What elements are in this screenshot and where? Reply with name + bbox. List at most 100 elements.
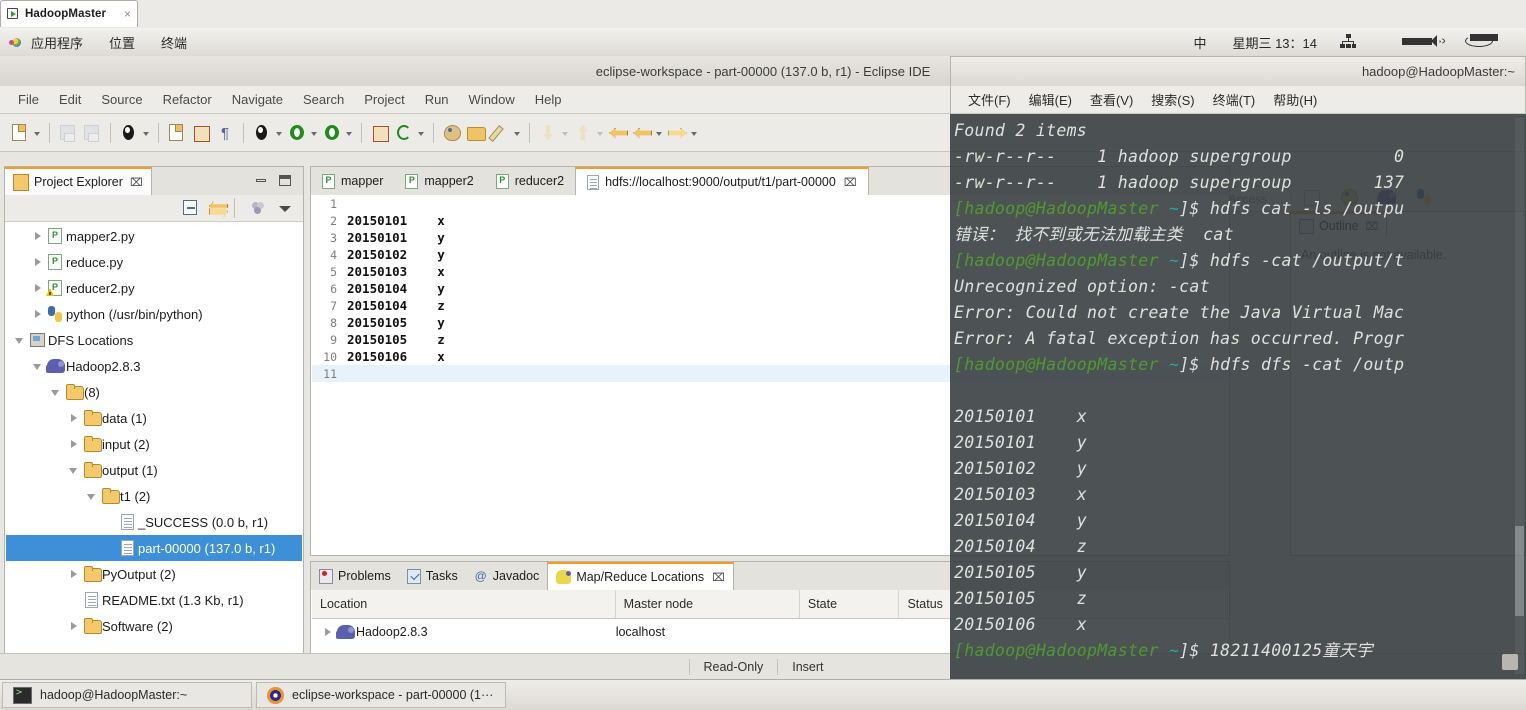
input-method-indicator[interactable]: 中 (1180, 33, 1219, 52)
debug-button[interactable] (251, 122, 273, 144)
terminal-output[interactable]: Found 2 items -rw-r--r-- 1 hadoop supergr… (950, 114, 1526, 680)
minimize-icon[interactable] (255, 175, 267, 187)
column-header[interactable]: Location (312, 590, 616, 618)
tree-twisty-icon[interactable] (30, 275, 46, 301)
tree-item[interactable]: README.txt (1.3 Kb, r1) (6, 587, 302, 613)
link-with-editor-icon[interactable] (208, 199, 228, 217)
back-dropdown-icon[interactable] (654, 122, 665, 144)
show-whitespace-button[interactable]: ¶ (214, 122, 236, 144)
maximize-icon[interactable] (279, 175, 291, 187)
tree-item[interactable]: reducer2.py (6, 275, 302, 301)
tree-item-selected[interactable]: part-00000 (137.0 b, r1) (6, 535, 302, 561)
tree-item[interactable]: python (/usr/bin/python) (6, 301, 302, 327)
annotate-button[interactable] (488, 122, 511, 144)
terminal-menu-terminal[interactable]: 终端(T) (1204, 90, 1265, 109)
new-button[interactable] (9, 122, 31, 144)
tree-item[interactable]: (8) (6, 379, 302, 405)
bottom-tab-problems[interactable]: Problems (311, 562, 399, 590)
tree-twisty-icon[interactable] (30, 353, 46, 379)
project-tree[interactable]: mapper2.py reduce.py reducer2.py python (/u… (6, 223, 302, 679)
collapse-all-icon[interactable] (181, 199, 201, 217)
tab-project-explorer[interactable]: Project Explorer ⌧ (5, 167, 152, 195)
column-header[interactable]: Master node (616, 590, 800, 618)
menu-project[interactable]: Project (354, 92, 414, 107)
bottom-tab-tasks[interactable]: Tasks (399, 562, 466, 590)
open-type-button[interactable] (441, 122, 463, 144)
tree-twisty-icon[interactable] (30, 301, 46, 327)
open-console-button[interactable] (190, 122, 212, 144)
new-python-module-button[interactable] (166, 122, 188, 144)
last-edit-location-button[interactable] (607, 122, 629, 144)
column-header[interactable]: State (800, 590, 900, 618)
forward-button[interactable] (666, 122, 688, 144)
terminal-menu-search[interactable]: 搜索(S) (1142, 90, 1203, 109)
network-icon[interactable] (1339, 34, 1383, 50)
refresh-button[interactable] (393, 122, 415, 144)
back-button[interactable] (631, 122, 653, 144)
terminal-scrollbar-thumb[interactable] (1515, 526, 1524, 616)
terminal-menu-file[interactable]: 文件(F) (959, 90, 1020, 109)
coverage-dropdown-icon[interactable] (344, 122, 355, 144)
bottom-tab-map-reduce-locations[interactable]: Map/Reduce Locations ⌧ (547, 562, 734, 590)
close-icon[interactable]: ⌧ (130, 176, 143, 189)
forward-dropdown-icon[interactable] (689, 122, 700, 144)
gnome-menu-applications[interactable]: 应用程序 (18, 33, 96, 52)
menu-file[interactable]: File (8, 92, 49, 107)
run-button[interactable] (286, 122, 308, 144)
volume-icon[interactable] (1401, 34, 1445, 50)
tree-twisty-icon[interactable] (66, 613, 82, 639)
next-annotation-button[interactable] (537, 122, 559, 144)
tree-item[interactable]: input (2) (6, 431, 302, 457)
refresh-dropdown-icon[interactable] (416, 122, 427, 144)
gnome-menu-places[interactable]: 位置 (96, 33, 148, 52)
bottom-tab-javadoc[interactable]: @ Javadoc (466, 562, 548, 590)
annotate-dropdown-icon[interactable] (512, 122, 523, 144)
menu-help[interactable]: Help (525, 92, 572, 107)
tree-item[interactable]: output (1) (6, 457, 302, 483)
next-annotation-dropdown-icon[interactable] (560, 122, 571, 144)
editor-tab-reducer2[interactable]: reducer2 (485, 167, 575, 195)
tree-item[interactable]: PyOutput (2) (6, 561, 302, 587)
open-resource-button[interactable] (465, 122, 487, 144)
tree-twisty-icon[interactable] (66, 405, 82, 431)
terminal-menu-help[interactable]: 帮助(H) (1264, 90, 1326, 109)
menu-run[interactable]: Run (415, 92, 459, 107)
menu-source[interactable]: Source (91, 92, 152, 107)
tree-twisty-icon[interactable] (30, 249, 46, 275)
tree-twisty-icon[interactable] (320, 619, 336, 645)
editor-tab-mapper2[interactable]: mapper2 (394, 167, 484, 195)
tree-twisty-icon[interactable] (66, 457, 82, 483)
tree-item[interactable]: Software (2) (6, 613, 302, 639)
mark-dropdown-icon[interactable] (141, 122, 152, 144)
taskbar-item[interactable]: eclipse-workspace - part-00000 (1··· (256, 682, 506, 708)
clock[interactable]: 星期三 13：14 (1219, 33, 1330, 52)
tree-item[interactable]: DFS Locations (6, 327, 302, 353)
new-java-class-button[interactable] (369, 122, 391, 144)
menu-navigate[interactable]: Navigate (222, 92, 293, 107)
tree-twisty-icon[interactable] (30, 223, 46, 249)
menu-window[interactable]: Window (459, 92, 525, 107)
tree-item[interactable]: Hadoop2.8.3 (6, 353, 302, 379)
view-menu-icon[interactable] (248, 199, 268, 217)
menu-refactor[interactable]: Refactor (153, 92, 222, 107)
tree-twisty-icon[interactable] (48, 379, 64, 405)
toggle-mark-occurrences-button[interactable] (118, 122, 140, 144)
tree-twisty-icon[interactable] (66, 431, 82, 457)
menu-search[interactable]: Search (293, 92, 354, 107)
new-dropdown-icon[interactable] (32, 122, 43, 144)
taskbar-item[interactable]: hadoop@HadoopMaster:~ (2, 682, 252, 708)
tree-item[interactable]: mapper2.py (6, 223, 302, 249)
save-all-button[interactable] (81, 122, 103, 144)
tree-item[interactable]: _SUCCESS (0.0 b, r1) (6, 509, 302, 535)
editor-tab-mapper[interactable]: mapper (311, 167, 394, 195)
power-icon[interactable] (1463, 33, 1507, 50)
close-icon[interactable]: ⌧ (712, 571, 725, 584)
editor-tab-hdfs-localhost-9000-output-t1-part-00000[interactable]: hdfs://localhost:9000/output/t1/part-000… (575, 167, 869, 195)
terminal-menu-edit[interactable]: 编辑(E) (1020, 90, 1081, 109)
terminal-menu-view[interactable]: 查看(V) (1081, 90, 1142, 109)
save-button[interactable] (57, 122, 79, 144)
close-icon[interactable]: × (124, 7, 131, 21)
view-chevron-icon[interactable] (275, 199, 295, 217)
tree-item[interactable]: t1 (2) (6, 483, 302, 509)
gnome-menu-terminal[interactable]: 终端 (148, 33, 200, 52)
